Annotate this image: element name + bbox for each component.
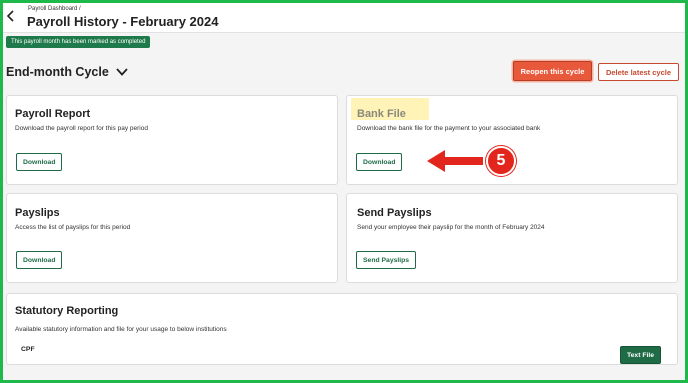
download-bank-file-button[interactable]: Download xyxy=(356,153,403,171)
arrow-left-icon xyxy=(427,150,483,172)
send-payslips-button[interactable]: Send Payslips xyxy=(356,251,417,269)
download-payslips-button[interactable]: Download xyxy=(16,251,63,269)
payroll-report-card: Payroll Report Download the payroll repo… xyxy=(6,95,338,185)
card-title: Payslips xyxy=(15,207,60,219)
card-description: Download the payroll report for this pay… xyxy=(15,125,148,132)
card-title: Statutory Reporting xyxy=(15,305,119,317)
download-payroll-report-button[interactable]: Download xyxy=(16,153,63,171)
page-title: Payroll History - February 2024 xyxy=(27,14,219,29)
reopen-cycle-button[interactable]: Reopen this cycle xyxy=(513,61,592,81)
card-title: Bank File xyxy=(357,108,406,120)
screenshot-frame: Payroll Dashboard / Payroll History - Fe… xyxy=(0,0,688,383)
cycle-dropdown[interactable]: End-month Cycle xyxy=(6,63,129,81)
chevron-down-icon xyxy=(116,68,128,76)
card-description: Access the list of payslips for this per… xyxy=(15,224,131,231)
delete-cycle-button[interactable]: Delete latest cycle xyxy=(598,63,679,81)
statutory-reporting-card: Statutory Reporting Available statutory … xyxy=(6,293,678,365)
card-title: Send Payslips xyxy=(357,207,432,219)
back-button[interactable] xyxy=(6,9,18,23)
institution-label: CPF xyxy=(21,346,35,353)
top-bar: Payroll Dashboard / Payroll History - Fe… xyxy=(3,3,685,33)
breadcrumb[interactable]: Payroll Dashboard / xyxy=(28,6,81,12)
bank-file-card: Bank File Download the bank file for the… xyxy=(346,95,678,185)
card-title: Payroll Report xyxy=(15,108,91,120)
card-description: Available statutory information and file… xyxy=(15,326,227,333)
status-badge: This payroll month has been marked as co… xyxy=(6,36,151,48)
chevron-left-icon xyxy=(6,10,14,22)
text-file-button[interactable]: Text File xyxy=(620,346,662,364)
cycle-label: End-month Cycle xyxy=(6,65,109,79)
send-payslips-card: Send Payslips Send your employee their p… xyxy=(346,193,678,283)
step-number-badge: 5 xyxy=(486,146,516,176)
payslips-card: Payslips Access the list of payslips for… xyxy=(6,193,338,283)
card-description: Send your employee their payslip for the… xyxy=(357,224,545,231)
card-description: Download the bank file for the payment t… xyxy=(357,125,541,132)
